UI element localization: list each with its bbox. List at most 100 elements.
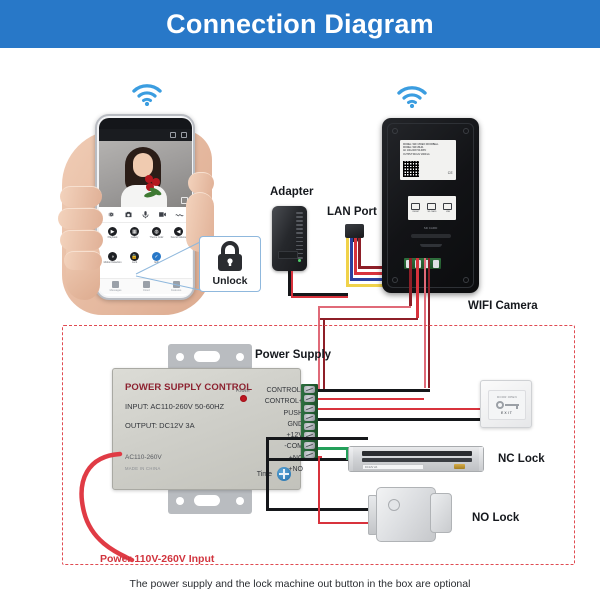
adapter-led <box>298 259 301 262</box>
wire-com-vertical <box>266 437 269 510</box>
lock-spec-plate: DC12V 2A <box>362 464 424 470</box>
adapter-plate <box>278 251 298 259</box>
messages-icon <box>112 281 120 288</box>
power-led <box>240 395 247 402</box>
terminal-screw[interactable] <box>304 395 315 403</box>
terminal-screw[interactable] <box>304 441 315 449</box>
power-supply-title: POWER SUPPLY CONTROL <box>125 382 253 393</box>
ac-power-cable <box>79 451 135 563</box>
wire-push <box>318 408 482 410</box>
motion-icon: ◑ <box>108 252 117 261</box>
port-cell: USB <box>443 203 453 213</box>
terminal-screw[interactable] <box>304 413 315 421</box>
exit-button-face: DOOR OPEN EXIT <box>488 390 526 420</box>
port-label: USB <box>445 211 451 213</box>
screw-terminal-block <box>301 384 318 460</box>
power-supply-input: INPUT: AC110-260V 50-60HZ <box>125 402 225 411</box>
nav-item-messages[interactable]: Messages <box>109 281 122 292</box>
screw-icon <box>463 128 469 134</box>
certification-marks: CE <box>447 171 453 175</box>
power-supply-output: OUTPUT: DC12V 3A <box>125 421 195 430</box>
wire-control-minus <box>318 389 430 392</box>
wire-nc <box>318 447 348 450</box>
wire-com-to-nclock <box>266 458 348 461</box>
power-led-label: POWER <box>236 389 250 393</box>
camera-vent <box>419 244 442 247</box>
nav-label: Messages <box>109 289 122 292</box>
terminal-label: CONTROL+ <box>264 398 303 406</box>
lan-port-plug <box>345 224 364 242</box>
wifi-icon-camera <box>397 86 427 108</box>
terminal-screw[interactable] <box>304 423 315 431</box>
app-label: Playback <box>107 236 118 239</box>
app-item[interactable]: ▶ Playback <box>102 227 123 251</box>
terminal-screw[interactable] <box>304 404 315 412</box>
wire-no-to-lock <box>318 522 372 524</box>
roses-bouquet <box>143 175 169 199</box>
screw-icon <box>392 277 398 283</box>
video-icon[interactable] <box>158 210 167 219</box>
finger <box>60 186 102 207</box>
app-item[interactable]: ◑ Motion Detection <box>102 252 123 276</box>
usb-icon <box>443 203 453 210</box>
time-knob-label: Time <box>256 471 272 478</box>
gallery-icon: ▦ <box>130 227 139 236</box>
unlock-label: Unlock <box>212 275 248 287</box>
terminal-label: GND <box>287 420 303 428</box>
reset-icon <box>411 203 421 210</box>
wire-blue <box>350 238 353 280</box>
qr-code <box>403 161 419 177</box>
terminal-screw[interactable] <box>304 386 315 393</box>
screw-icon <box>463 277 469 283</box>
video-settings-icon[interactable] <box>170 132 176 138</box>
lan-port-label: LAN Port <box>327 206 377 218</box>
adapter-label: Adapter <box>270 186 314 198</box>
wire-yellow <box>346 238 349 286</box>
settings-icon[interactable] <box>107 210 116 219</box>
wave-icon[interactable] <box>175 210 184 219</box>
video-feed-image <box>99 141 192 207</box>
spec-line: OUTPUT:DC12V 2000mA <box>403 152 430 156</box>
key-icon <box>495 401 519 409</box>
camera-icon[interactable] <box>124 210 133 219</box>
padlock-icon <box>218 241 242 271</box>
port-cell: RESET <box>411 203 421 213</box>
terminal-label: CONTROL- <box>266 387 303 394</box>
mic-icon[interactable] <box>141 210 150 219</box>
finger <box>188 172 214 194</box>
camera-spec-label: MODEL: WIFI VIDEO DOORBELL MODEL: WIFI-B… <box>400 140 456 180</box>
exit-label: EXIT <box>501 411 513 415</box>
wire-horizontal-pink <box>318 306 411 308</box>
electric-rim-lock-device <box>368 487 462 542</box>
time-adjust-knob[interactable] <box>277 467 291 481</box>
phone-toolbar <box>99 207 192 223</box>
app-label: Motion Detection <box>103 261 122 264</box>
wifi-camera-label: WIFI Camera <box>468 300 538 312</box>
port-label: SD CARD <box>427 211 437 213</box>
lock-body <box>376 487 436 542</box>
wire-camera-1 <box>409 258 412 306</box>
theme-icon: ◍ <box>152 227 161 236</box>
no-lock-label: NO Lock <box>472 512 520 524</box>
port-cell: SD CARD <box>427 203 436 213</box>
wire-gnd <box>318 418 482 421</box>
finger <box>60 230 103 250</box>
video-fullscreen-icon[interactable] <box>181 132 187 138</box>
lock-latch <box>430 493 452 533</box>
finger <box>58 208 103 229</box>
wire-no-vertical <box>318 458 320 524</box>
playback-icon: ▶ <box>108 227 117 236</box>
footer-note: The power supply and the lock machine ou… <box>129 578 471 590</box>
power-input-label: Power 110V-260V Input <box>100 553 215 565</box>
page-header: Connection Diagram <box>0 0 600 48</box>
power-supply-label: Power Supply <box>255 349 332 361</box>
sd-card-slot <box>410 234 451 238</box>
connection-diagram-page: Connection Diagram ▶ Playback ▦ Gallery … <box>0 0 600 600</box>
exit-button-device[interactable]: DOOR OPEN EXIT <box>480 380 532 428</box>
lock-gold-plate <box>454 464 465 469</box>
sound-icon: ◀ <box>174 227 183 236</box>
terminal-screw[interactable] <box>304 450 315 458</box>
adapter-cable-red <box>291 271 293 297</box>
power-adapter <box>272 206 307 271</box>
wire-red <box>354 238 357 274</box>
